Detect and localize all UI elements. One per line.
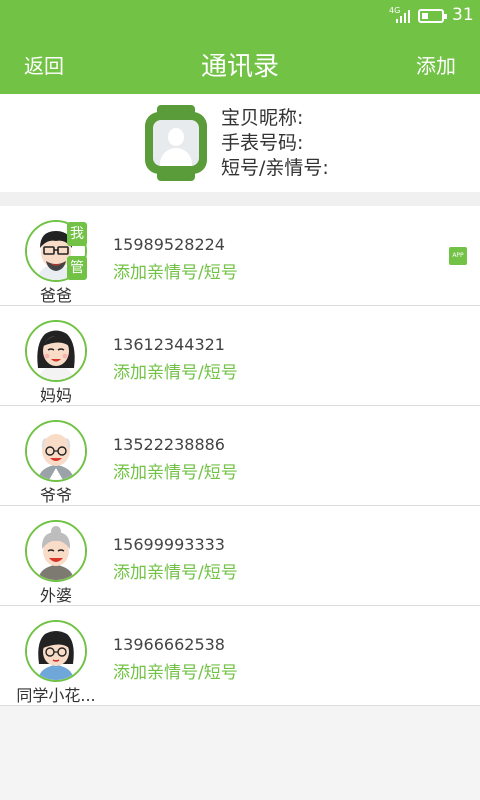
nickname-label: 宝贝昵称: <box>221 107 304 129</box>
add-relation-link[interactable]: 添加亲情号/短号 <box>113 458 238 483</box>
contact-row[interactable]: 妈妈 13612344321 添加亲情号/短号 <box>0 306 480 406</box>
watch-number-label: 手表号码: <box>221 132 304 154</box>
app-bar: 返回 通讯录 添加 <box>0 32 480 94</box>
contact-row[interactable]: 同学小花... 13966662538 添加亲情号/短号 <box>0 606 480 706</box>
battery-icon <box>418 9 447 23</box>
admin-badge: 管 <box>67 256 87 280</box>
add-relation-link[interactable]: 添加亲情号/短号 <box>113 358 238 383</box>
contact-name: 同学小花... <box>16 686 96 705</box>
contact-name: 爷爷 <box>39 486 72 505</box>
contact-row[interactable]: 爷爷 13522238886 添加亲情号/短号 <box>0 406 480 506</box>
device-info: 宝贝昵称: 手表号码: 短号/亲情号: <box>221 106 329 181</box>
contact-phone: 15989528224 <box>113 235 225 254</box>
grandmother-avatar <box>25 520 87 582</box>
contact-row[interactable]: 我 管 爸爸 15989528224 添加亲情号/短号 APP <box>0 206 480 306</box>
add-relation-link[interactable]: 添加亲情号/短号 <box>113 258 238 283</box>
status-time: 31 <box>452 5 474 25</box>
signal-icon <box>396 9 410 23</box>
add-relation-link[interactable]: 添加亲情号/短号 <box>113 658 238 683</box>
contact-name: 爸爸 <box>39 286 72 305</box>
contact-phone: 13522238886 <box>113 435 225 454</box>
contact-list: 我 管 爸爸 15989528224 添加亲情号/短号 APP 妈妈 13612… <box>0 206 480 706</box>
section-divider <box>0 192 480 206</box>
short-number-label: 短号/亲情号: <box>221 157 329 179</box>
contact-row[interactable]: 外婆 15699993333 添加亲情号/短号 <box>0 506 480 606</box>
classmate-avatar <box>25 620 87 682</box>
self-badge: 我 <box>67 222 87 246</box>
contact-phone: 15699993333 <box>113 535 225 554</box>
status-bar: 4G 31 <box>0 0 480 32</box>
contact-name: 妈妈 <box>39 386 72 405</box>
add-button[interactable]: 添加 <box>416 50 456 79</box>
contact-phone: 13612344321 <box>113 335 225 354</box>
watch-icon <box>145 105 207 181</box>
mother-avatar <box>25 320 87 382</box>
grandfather-avatar <box>25 420 87 482</box>
app-user-badge: APP <box>449 247 467 265</box>
contact-name: 外婆 <box>39 586 72 605</box>
add-relation-link[interactable]: 添加亲情号/短号 <box>113 558 238 583</box>
device-card: 宝贝昵称: 手表号码: 短号/亲情号: <box>0 94 480 192</box>
contact-phone: 13966662538 <box>113 635 225 654</box>
page-title: 通讯录 <box>200 52 279 82</box>
